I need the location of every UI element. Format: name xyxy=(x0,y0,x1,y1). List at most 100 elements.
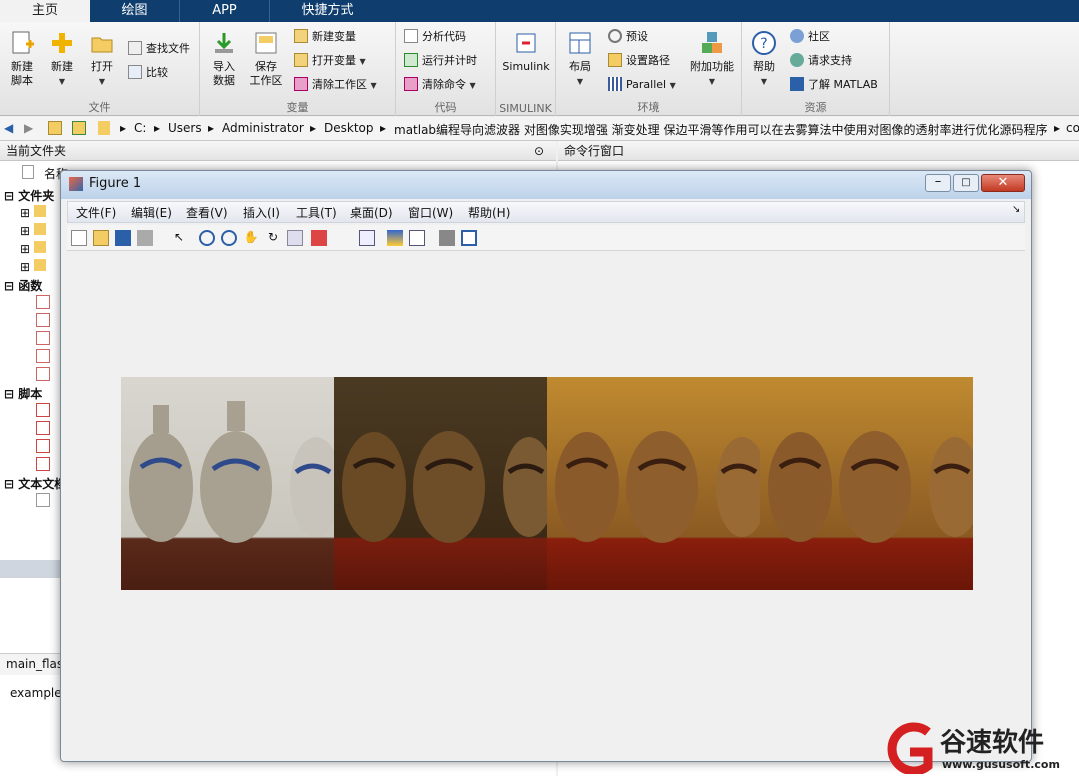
eraser-icon xyxy=(294,77,308,91)
layout-button[interactable]: 布局 ▼ xyxy=(560,30,600,89)
breadcrumb-sep: ▸ xyxy=(120,121,127,135)
new-figure-icon[interactable] xyxy=(71,230,87,246)
script-file-icon[interactable] xyxy=(36,421,50,435)
menu-help[interactable]: 帮助(H) xyxy=(468,204,510,221)
new-variable-button[interactable]: 新建变量 xyxy=(294,28,356,46)
zoom-out-icon[interactable] xyxy=(221,230,237,246)
script-file-icon[interactable] xyxy=(36,457,50,471)
community-label: 社区 xyxy=(808,30,830,43)
pointer-icon[interactable]: ↖ xyxy=(171,230,187,246)
community-icon xyxy=(790,29,804,43)
clear-workspace-button[interactable]: 清除工作区 ▼ xyxy=(294,76,377,94)
minimize-button[interactable]: – xyxy=(925,174,951,192)
breadcrumb-project-folder[interactable]: matlab编程导向滤波器 对图像实现增强 渐变处理 保边平滑等作用可以在去雾算… xyxy=(394,121,1048,138)
data-cursor-icon[interactable] xyxy=(287,230,303,246)
new-variable-label: 新建变量 xyxy=(312,30,356,43)
up-folder-icon[interactable] xyxy=(48,121,62,135)
help-button[interactable]: ? 帮助 ▼ xyxy=(744,30,784,89)
print-icon[interactable] xyxy=(137,230,153,246)
preferences-button[interactable]: 预设 xyxy=(608,28,648,46)
colorbar-icon[interactable] xyxy=(387,230,403,246)
learn-matlab-button[interactable]: 了解 MATLAB xyxy=(790,76,878,94)
breadcrumb-co[interactable]: co xyxy=(1066,121,1079,135)
forward-icon[interactable]: ▶ xyxy=(24,121,33,135)
function-file-icon[interactable] xyxy=(36,313,50,327)
breadcrumb-desktop[interactable]: Desktop xyxy=(324,121,374,135)
breadcrumb-sep: ▸ xyxy=(154,121,161,135)
browse-folder-icon[interactable] xyxy=(72,121,86,135)
import-data-button[interactable]: 导入 数据 xyxy=(204,30,244,88)
open-variable-button[interactable]: 打开变量 ▼ xyxy=(294,52,366,70)
set-path-button[interactable]: 设置路径 xyxy=(608,52,670,70)
close-button[interactable]: ✕ xyxy=(981,174,1025,192)
section-text-docs[interactable]: ⊟ 文本文档 xyxy=(4,475,66,492)
compare-button[interactable]: 比较 xyxy=(128,64,168,82)
show-plot-tools-icon[interactable] xyxy=(461,230,477,246)
hide-plot-tools-icon[interactable] xyxy=(439,230,455,246)
pan-icon[interactable]: ✋ xyxy=(243,230,259,246)
breadcrumb-administrator[interactable]: Administrator xyxy=(222,121,304,135)
section-scripts[interactable]: ⊟ 脚本 xyxy=(4,385,42,402)
tab-apps[interactable]: APP xyxy=(180,0,270,22)
save-workspace-button[interactable]: 保存 工作区 xyxy=(246,30,286,88)
dock-arrow-icon[interactable]: ↘ xyxy=(1012,204,1020,215)
simulink-button[interactable]: Simulink xyxy=(500,30,552,74)
menu-window[interactable]: 窗口(W) xyxy=(408,204,453,221)
breadcrumb-c[interactable]: C: xyxy=(134,121,146,135)
menu-file[interactable]: 文件(F) xyxy=(76,204,116,221)
function-file-icon[interactable] xyxy=(36,367,50,381)
text-file-icon[interactable] xyxy=(36,493,50,507)
find-files-button[interactable]: 查找文件 xyxy=(128,40,190,58)
function-file-icon[interactable] xyxy=(36,349,50,363)
run-and-time-button[interactable]: 运行并计时 xyxy=(404,52,477,70)
section-folders[interactable]: ⊟ 文件夹 xyxy=(4,187,54,204)
rotate-icon[interactable]: ↻ xyxy=(265,230,281,246)
analyze-code-button[interactable]: 分析代码 xyxy=(404,28,466,46)
parallel-button[interactable]: Parallel ▼ xyxy=(608,76,676,94)
zoom-in-icon[interactable] xyxy=(199,230,215,246)
selected-row[interactable] xyxy=(0,560,60,578)
list-item[interactable]: ⊞ xyxy=(20,241,46,256)
new-script-button[interactable]: 新建 脚本 xyxy=(2,30,42,88)
script-file-icon[interactable] xyxy=(36,439,50,453)
image-axes[interactable] xyxy=(121,377,973,590)
link-plot-icon[interactable] xyxy=(359,230,375,246)
new-button[interactable]: 新建 ▼ xyxy=(42,30,82,89)
open-file-icon[interactable] xyxy=(93,230,109,246)
watermark-logo-icon xyxy=(887,722,933,774)
figure-title-bar[interactable]: Figure 1 – □ ✕ xyxy=(61,171,1031,199)
add-ons-button[interactable]: 附加功能 ▼ xyxy=(686,30,738,89)
list-item[interactable]: ⊞ xyxy=(20,223,46,238)
clear-commands-button[interactable]: 清除命令 ▼ xyxy=(404,76,476,94)
panel-menu-icon[interactable]: ⊙ xyxy=(534,141,544,161)
parallel-icon xyxy=(608,77,622,91)
request-support-button[interactable]: 请求支持 xyxy=(790,52,852,70)
menu-insert[interactable]: 插入(I) xyxy=(243,204,280,221)
maximize-button[interactable]: □ xyxy=(953,174,979,192)
community-button[interactable]: 社区 xyxy=(790,28,830,46)
tab-plots[interactable]: 绘图 xyxy=(90,0,180,22)
save-icon[interactable] xyxy=(115,230,131,246)
menu-desktop[interactable]: 桌面(D) xyxy=(350,204,393,221)
legend-icon[interactable] xyxy=(409,230,425,246)
import-icon xyxy=(215,33,233,53)
list-item[interactable]: ⊞ xyxy=(20,259,46,274)
details-text: example xyxy=(10,686,62,700)
back-icon[interactable]: ◀ xyxy=(4,121,13,135)
menu-tools[interactable]: 工具(T) xyxy=(296,204,337,221)
tab-home[interactable]: 主页 xyxy=(0,0,90,22)
filtered-image xyxy=(547,377,760,590)
menu-view[interactable]: 查看(V) xyxy=(186,204,228,221)
script-file-icon[interactable] xyxy=(36,403,50,417)
breadcrumb-users[interactable]: Users xyxy=(168,121,202,135)
list-item[interactable]: ⊞ xyxy=(20,205,46,220)
menu-edit[interactable]: 编辑(E) xyxy=(131,204,172,221)
brush-icon[interactable] xyxy=(311,230,327,246)
section-functions[interactable]: ⊟ 函数 xyxy=(4,277,42,294)
function-file-icon[interactable] xyxy=(36,295,50,309)
breadcrumb-sep: ▸ xyxy=(380,121,387,135)
tab-shortcuts[interactable]: 快捷方式 xyxy=(270,0,385,22)
function-file-icon[interactable] xyxy=(36,331,50,345)
details-tab[interactable]: main_flas xyxy=(6,657,63,671)
open-button[interactable]: 打开 ▼ xyxy=(82,30,122,89)
